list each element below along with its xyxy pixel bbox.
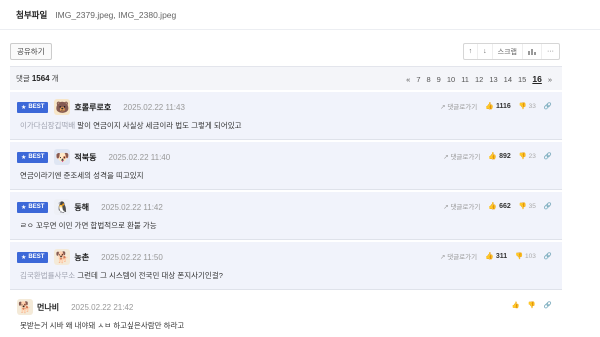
star-icon: ★ <box>21 204 27 211</box>
attachment-files-link[interactable]: IMG_2379.jpeg, IMG_2380.jpeg <box>55 10 176 20</box>
comment-date: 2025.02.22 11:50 <box>101 252 163 262</box>
pager-page[interactable]: 12 <box>475 75 483 84</box>
reply-link[interactable]: ↗ 댓글로가기 <box>443 151 480 161</box>
comment-tag: 김국환법률사무소 <box>20 271 76 280</box>
link-icon[interactable]: 🔗 <box>544 202 552 210</box>
attachments-row: 첨부파일 IMG_2379.jpeg, IMG_2380.jpeg <box>0 0 600 30</box>
downvote-button[interactable]: 👎 33 <box>519 102 536 110</box>
attachments-label: 첨부파일 <box>16 9 48 20</box>
comment-date: 2025.02.22 11:40 <box>108 152 171 162</box>
comment-pagination: « 7 8 9 10 11 12 13 14 15 16 » <box>400 67 552 91</box>
comment-date: 2025.02.22 11:43 <box>123 102 185 112</box>
arrow-up-icon[interactable]: ↑ <box>464 44 479 59</box>
star-icon: ★ <box>21 104 27 111</box>
pager-page[interactable]: 7 <box>416 75 420 84</box>
chart-icon[interactable] <box>523 44 542 59</box>
pager-next-button[interactable]: » <box>548 75 552 84</box>
thumbs-up-icon: 👍 <box>485 253 494 260</box>
comment-date: 2025.02.22 11:42 <box>101 202 163 212</box>
reply-link[interactable]: ↗ 댓글로가기 <box>443 201 480 211</box>
comment-tag: 이가다심장깁떡배 <box>20 121 76 130</box>
link-icon[interactable]: 🔗 <box>544 102 552 110</box>
comment-text: 연금이라기엔 준조세의 성격을 띠고있지 <box>20 171 144 180</box>
link-icon[interactable]: 🔗 <box>544 252 552 260</box>
comment-author[interactable]: 농촌 <box>74 252 89 263</box>
comment-item: ★ BEST 🐶 적북동 2025.02.22 11:40 ↗ 댓글로가기 👍 89… <box>10 142 562 190</box>
dog-avatar-icon[interactable]: 🐶 <box>54 149 71 165</box>
upvote-button[interactable]: 👍 892 <box>488 152 510 160</box>
share-button[interactable]: 공유하기 <box>10 43 52 60</box>
pager-page[interactable]: 13 <box>489 75 497 84</box>
comment-text: 김국환법률사무소 그런데 그 시스템이 전국민 대상 폰지사기인걸? <box>20 271 223 280</box>
pager-page[interactable]: 15 <box>518 75 526 84</box>
reply-link[interactable]: ↗ 댓글로가기 <box>440 251 477 261</box>
comment-date: 2025.02.22 21:42 <box>71 302 134 312</box>
comment-item: ★ BEST 🐧 동해 2025.02.22 11:42 ↗ 댓글로가기 👍 662… <box>10 192 562 240</box>
bear-avatar-icon[interactable]: 🐻 <box>54 99 71 115</box>
scrap-button[interactable]: 스크랩 <box>493 44 523 59</box>
comment-count-suffix: 개 <box>51 74 59 83</box>
upvote-button[interactable]: 👍 662 <box>488 202 510 210</box>
comment-author[interactable]: 동해 <box>74 202 89 213</box>
puppy-avatar-icon[interactable]: 🐕 <box>54 249 71 265</box>
pager-current-page[interactable]: 16 <box>532 74 541 84</box>
arrow-down-icon[interactable]: ↓ <box>478 44 493 59</box>
post-tools: ↑ ↓ 스크랩 ··· <box>462 43 560 60</box>
best-badge: ★ BEST <box>17 151 49 163</box>
comments-header: 댓글 1564 개 « 7 8 9 10 11 12 13 14 15 16 » <box>10 66 562 90</box>
comment-text: 못받는거 시바 왜 내야돼 ㅅㅂ 하고싶은사람만 하라고 <box>20 321 185 330</box>
comment-item: ★ BEST 🐕 농촌 2025.02.22 11:50 ↗ 댓글로가기 👍 311… <box>10 242 562 290</box>
best-badge: ★ BEST <box>17 101 49 113</box>
upvote-button[interactable]: 👍 311 <box>485 252 507 260</box>
puppy-avatar-icon[interactable]: 🐕 <box>17 299 33 315</box>
star-icon: ★ <box>21 254 27 261</box>
pager-page[interactable]: 10 <box>447 75 455 84</box>
downvote-button[interactable]: 👎 23 <box>519 152 536 160</box>
pager-page[interactable]: 14 <box>504 75 512 84</box>
upvote-button[interactable]: 👍 1116 <box>485 102 511 110</box>
star-icon: ★ <box>21 154 27 161</box>
comment-text: 이가다심장깁떡배 말이 연금이지 사실상 세금이라 법도 그렇게 되어있고 <box>20 121 242 130</box>
best-badge: ★ BEST <box>17 251 49 263</box>
bird-avatar-icon[interactable]: 🐧 <box>54 199 71 215</box>
reply-link[interactable]: ↗ 댓글로가기 <box>440 101 477 111</box>
comment-item: ★ BEST 🐻 호롤루로호 2025.02.22 11:43 ↗ 댓글로가기 👍… <box>10 92 562 140</box>
comment-text: ㄹㅇ 꼬우면 이민 가면 합법적으로 환불 가능 <box>20 221 157 230</box>
best-badge: ★ BEST <box>17 201 49 213</box>
more-icon[interactable]: ··· <box>542 44 559 59</box>
pager-prev-button[interactable]: « <box>406 75 410 84</box>
downvote-button[interactable]: 👎 103 <box>515 252 536 260</box>
pager-page[interactable]: 8 <box>427 75 431 84</box>
comment-author[interactable]: 호롤루로호 <box>74 102 111 113</box>
thumbs-up-icon: 👍 <box>488 203 498 210</box>
pager-page[interactable]: 9 <box>437 75 441 84</box>
post-toolbar: 공유하기 ↑ ↓ 스크랩 ··· <box>0 40 600 64</box>
thumbs-down-icon[interactable]: 👎 <box>528 301 536 309</box>
link-icon[interactable]: 🔗 <box>544 301 552 309</box>
comment-count-prefix: 댓글 <box>16 74 30 83</box>
comment-item: 🐕 먼나비 2025.02.22 21:42 👍 👎 🔗 못받는거 시바 왜 내… <box>10 292 562 337</box>
comment-author[interactable]: 먼나비 <box>37 302 59 313</box>
comment-count: 1564 <box>31 74 50 83</box>
pager-page[interactable]: 11 <box>461 75 469 84</box>
comment-author[interactable]: 적북동 <box>74 152 96 163</box>
thumbs-up-icon: 👍 <box>488 153 498 160</box>
link-icon[interactable]: 🔗 <box>544 152 552 160</box>
thumbs-up-icon: 👍 <box>485 103 494 110</box>
downvote-button[interactable]: 👎 35 <box>519 202 536 210</box>
thumbs-up-icon[interactable]: 👍 <box>512 301 520 309</box>
